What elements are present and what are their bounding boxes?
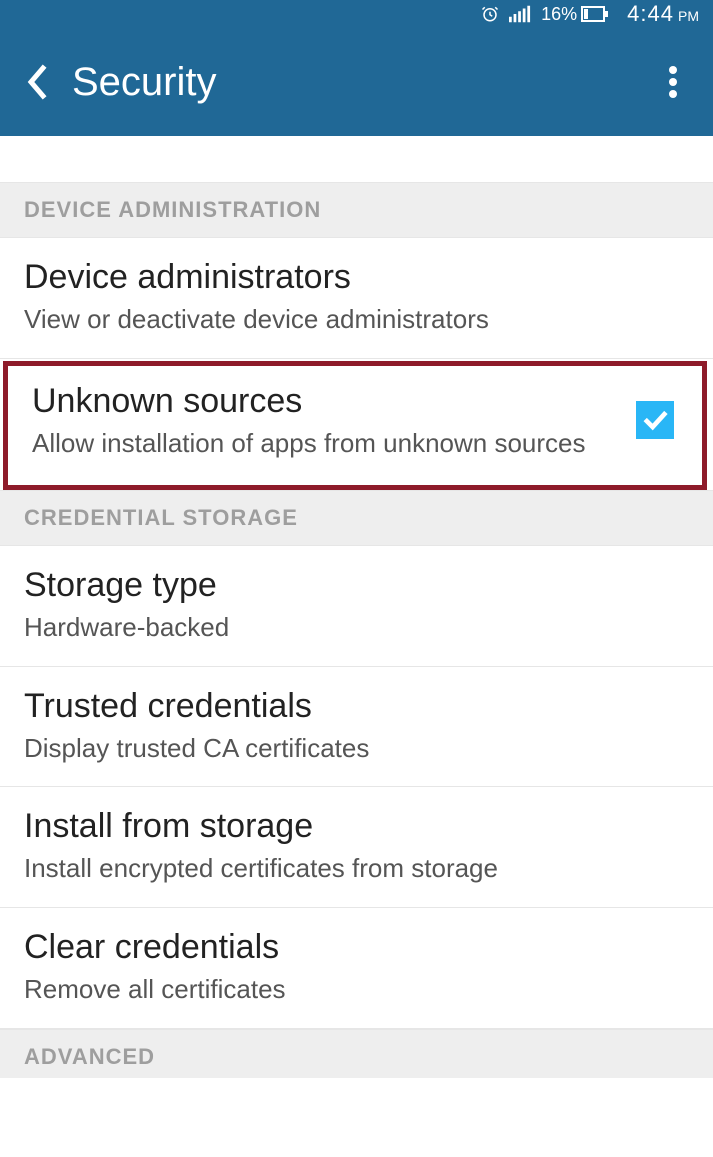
- unknown-sources-checkbox[interactable]: [636, 401, 674, 439]
- item-title: Unknown sources: [32, 382, 620, 421]
- section-header-device-admin: DEVICE ADMINISTRATION: [0, 182, 713, 238]
- alarm-icon: [481, 5, 499, 23]
- item-subtitle: Allow installation of apps from unknown …: [32, 427, 620, 460]
- status-bar: 16% 4:44 PM: [0, 0, 713, 28]
- item-subtitle: View or deactivate device administrators: [24, 303, 689, 336]
- item-title: Device administrators: [24, 258, 689, 297]
- signal-icon: [509, 5, 531, 23]
- list-item-device-administrators[interactable]: Device administrators View or deactivate…: [0, 238, 713, 359]
- list-item-clear-credentials[interactable]: Clear credentials Remove all certificate…: [0, 908, 713, 1029]
- section-header-credential-storage: CREDENTIAL STORAGE: [0, 490, 713, 546]
- status-time-hm: 4:44: [627, 1, 674, 27]
- app-bar: Security: [0, 28, 713, 136]
- item-subtitle: Display trusted CA certificates: [24, 732, 689, 765]
- item-title: Install from storage: [24, 807, 689, 846]
- back-button[interactable]: [20, 58, 52, 106]
- overflow-menu-button[interactable]: [657, 58, 689, 106]
- item-title: Trusted credentials: [24, 687, 689, 726]
- item-subtitle: Install encrypted certificates from stor…: [24, 852, 689, 885]
- battery-icon: [581, 6, 609, 22]
- battery-percent-value: 16%: [541, 4, 577, 25]
- status-time: 4:44 PM: [627, 1, 699, 27]
- list-item-install-from-storage[interactable]: Install from storage Install encrypted c…: [0, 787, 713, 908]
- top-spacer: [0, 136, 713, 182]
- status-time-ampm: PM: [678, 8, 699, 24]
- item-subtitle: Hardware-backed: [24, 611, 689, 644]
- section-header-advanced: ADVANCED: [0, 1029, 713, 1078]
- list-item-trusted-credentials[interactable]: Trusted credentials Display trusted CA c…: [0, 667, 713, 788]
- item-subtitle: Remove all certificates: [24, 973, 689, 1006]
- page-title: Security: [72, 60, 217, 105]
- list-item-unknown-sources[interactable]: Unknown sources Allow installation of ap…: [8, 366, 702, 486]
- battery-percent: 16%: [541, 4, 609, 25]
- item-title: Storage type: [24, 566, 689, 605]
- highlight-unknown-sources: Unknown sources Allow installation of ap…: [3, 361, 707, 491]
- list-item-storage-type[interactable]: Storage type Hardware-backed: [0, 546, 713, 667]
- item-title: Clear credentials: [24, 928, 689, 967]
